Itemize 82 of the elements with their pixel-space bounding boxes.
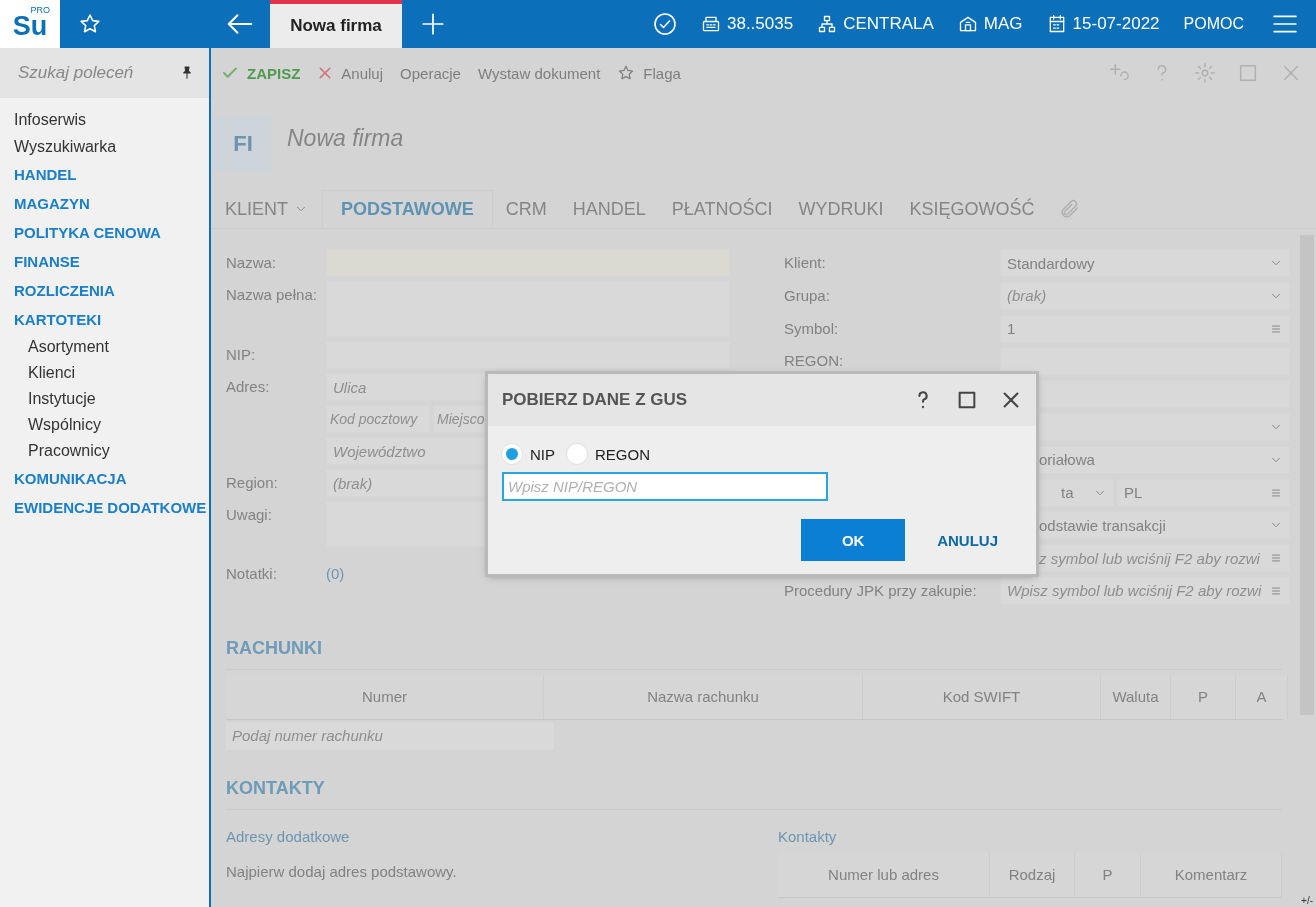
input-field[interactable]: Kod pocztowy <box>326 405 430 433</box>
module-menu-item[interactable]: FINANSE <box>14 247 209 276</box>
command-search-bar[interactable]: Szukaj poleceń <box>0 48 209 98</box>
field-label: Adres: <box>226 378 270 395</box>
hierarchy-icon <box>817 14 838 34</box>
field-label: REGON: <box>784 352 844 370</box>
type-dropdown[interactable]: KLIENT <box>225 190 323 228</box>
field-label: Uwagi: <box>226 506 272 523</box>
toolbar-button[interactable]: Anuluj <box>317 64 384 82</box>
module-menu-item[interactable]: KOMUNIKACJA <box>14 464 209 493</box>
notes-count-link[interactable]: (0) <box>326 551 345 582</box>
field-label: Symbol: <box>784 319 839 337</box>
submenu-item[interactable]: Klienci <box>14 360 209 386</box>
help-link[interactable]: POMOC <box>1183 15 1244 33</box>
check-circle-icon <box>652 12 677 36</box>
field-label: Grupa: <box>784 286 830 304</box>
module-menu-item[interactable]: KARTOTEKI <box>14 305 209 334</box>
star-icon <box>78 12 102 36</box>
field-label: Region: <box>226 474 278 491</box>
module-menu-item[interactable]: HANDEL <box>14 160 209 189</box>
record-title: Nowa firma <box>287 124 404 152</box>
zoom-indicator: +/- <box>1301 895 1313 906</box>
field-label: Nazwa: <box>226 254 277 271</box>
section-heading: RACHUNKI <box>226 637 1282 670</box>
cancel-button[interactable]: ANULUJ <box>937 531 998 549</box>
empty-addresses-note: Najpierw dodaj adres podstawowy. <box>226 862 458 880</box>
plus-icon <box>420 11 446 37</box>
module-menu-item[interactable]: POLITYKA CENOWA <box>14 218 209 247</box>
form-tab[interactable]: HANDEL <box>559 190 659 228</box>
menu-item[interactable]: Wyszukiwarka <box>14 133 209 160</box>
app-logo[interactable]: Su PRO <box>0 0 60 48</box>
subsection-heading: Adresy dodatkowe <box>226 827 351 845</box>
lookup-field[interactable]: 1 <box>1000 314 1290 343</box>
nip-regon-field[interactable]: Wpisz NIP/REGON <box>502 472 828 501</box>
lookup-field[interactable]: Wpisz symbol lub wciśnij F2 aby rozwi <box>1000 576 1290 605</box>
dropdown-field[interactable]: (brak) <box>1000 281 1290 310</box>
module-menu-item[interactable]: MAGAZYN <box>14 189 209 218</box>
submenu-item[interactable]: Pracownicy <box>14 438 209 464</box>
status-button[interactable]: MAG <box>957 14 1023 34</box>
submenu-item[interactable]: Asortyment <box>14 334 209 360</box>
form-tab[interactable]: WYDRUKI <box>785 190 897 228</box>
toolbar-button[interactable]: Wystaw dokument <box>477 64 601 82</box>
status-button[interactable]: 15-07-2022 <box>1046 14 1160 34</box>
module-menu-item[interactable]: ROZLICZENIA <box>14 276 209 305</box>
status-button[interactable]: CENTRALA <box>817 14 934 34</box>
command-search-field[interactable]: Szukaj poleceń <box>16 62 171 84</box>
radio-option[interactable]: REGON <box>567 444 651 464</box>
status-button[interactable]: 38..5035 <box>700 14 794 34</box>
account-number-field[interactable]: Podaj numer rachunku <box>226 721 554 750</box>
module-menu-item[interactable]: EWIDENCJE DODATKOWE <box>14 493 209 522</box>
ok-button[interactable]: OK <box>801 519 906 561</box>
maximize-icon <box>1237 62 1259 84</box>
sync-status-button[interactable] <box>652 12 677 36</box>
field-label: Klient: <box>784 254 826 271</box>
form-tab[interactable]: KSIĘGOWOŚĆ <box>896 190 1048 228</box>
star-icon <box>617 64 636 82</box>
settings-icon <box>1194 62 1216 84</box>
field-label: Notatki: <box>226 565 277 582</box>
lookup-field[interactable]: PL <box>1117 478 1290 507</box>
toolbar-button[interactable]: Operacje <box>400 64 461 82</box>
maximize-icon <box>956 389 978 411</box>
record-type-badge: FI <box>213 117 273 171</box>
toolbar-button[interactable]: ZAPISZ <box>221 64 301 82</box>
field-label: Procedury JPK przy zakupie: <box>784 581 977 599</box>
building-icon <box>957 14 978 34</box>
menu-item[interactable]: Infoserwis <box>14 106 209 133</box>
submenu-item[interactable]: Instytucje <box>14 386 209 412</box>
dialog-title: POBIERZ DANE Z GUS <box>502 390 689 410</box>
document-tab[interactable]: Nowa firma <box>270 0 402 48</box>
radio-option[interactable]: NIP <box>502 444 555 464</box>
submenu-item[interactable]: Wspólnicy <box>14 412 209 438</box>
field-label: Nazwa pełna: <box>226 286 317 303</box>
form-tab[interactable]: PODSTAWOWE <box>322 190 493 228</box>
input-field[interactable] <box>1000 347 1290 376</box>
subsection-heading: Kontakty <box>778 827 838 845</box>
toolbar-button[interactable]: Flaga <box>617 64 681 82</box>
section-heading: KONTAKTY <box>226 777 1282 810</box>
form-tab[interactable]: PŁATNOŚCI <box>658 190 786 228</box>
field-label: NIP: <box>226 346 256 363</box>
cash-register-icon <box>700 14 721 34</box>
dropdown-field[interactable]: Standardowy <box>1000 249 1290 277</box>
form-tab[interactable]: CRM <box>492 190 560 228</box>
